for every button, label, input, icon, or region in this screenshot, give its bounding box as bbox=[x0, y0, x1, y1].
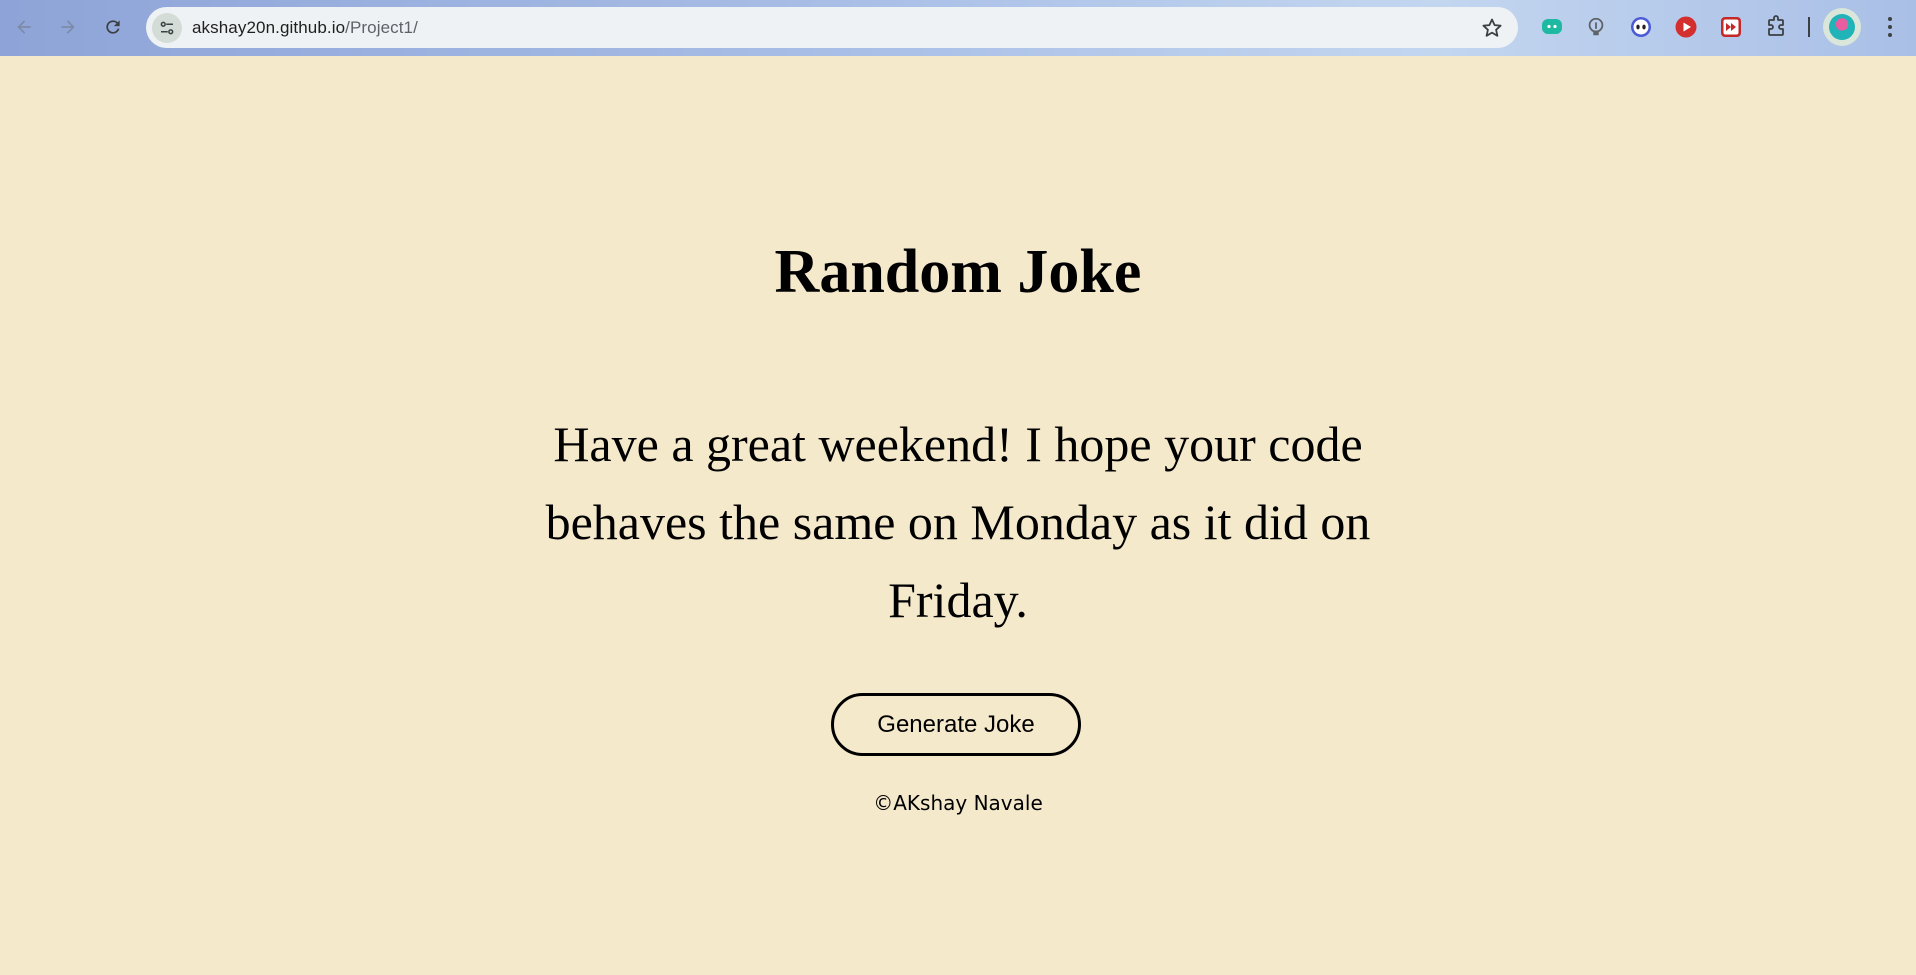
star-icon[interactable] bbox=[1480, 16, 1504, 40]
generate-joke-button[interactable]: Generate Joke bbox=[831, 693, 1081, 756]
tune-icon bbox=[160, 21, 174, 35]
browser-toolbar: akshay20n.github.io/Project1/ bbox=[0, 0, 1916, 56]
back-button[interactable] bbox=[9, 12, 39, 42]
reload-icon bbox=[106, 20, 120, 34]
reload-button[interactable] bbox=[98, 12, 128, 42]
play-extension-icon[interactable] bbox=[1673, 14, 1699, 40]
arrow-left-icon bbox=[17, 20, 31, 34]
puzzle-extensions-icon[interactable] bbox=[1763, 14, 1789, 40]
url-text[interactable]: akshay20n.github.io/Project1/ bbox=[192, 18, 418, 38]
fast-forward-extension-icon[interactable] bbox=[1718, 14, 1744, 40]
url-path: /Project1/ bbox=[345, 18, 418, 37]
address-bar[interactable]: akshay20n.github.io/Project1/ bbox=[146, 7, 1518, 48]
mask-extension-icon[interactable] bbox=[1628, 14, 1654, 40]
arrow-right-icon bbox=[61, 20, 75, 34]
more-menu-icon[interactable] bbox=[1880, 14, 1900, 40]
page-title: Random Joke bbox=[774, 238, 1142, 306]
footer-copyright: ©AKshay Navale bbox=[873, 791, 1043, 815]
chat-extension-icon[interactable] bbox=[1539, 14, 1565, 40]
url-host: akshay20n.github.io bbox=[192, 18, 346, 37]
joke-text: Have a great weekend! I hope your code b… bbox=[545, 416, 1371, 628]
forward-button[interactable] bbox=[53, 12, 83, 42]
profile-avatar[interactable] bbox=[1823, 8, 1861, 46]
bulb-extension-icon[interactable] bbox=[1583, 14, 1609, 40]
toolbar-divider bbox=[1808, 17, 1810, 37]
avatar-icon bbox=[1829, 14, 1855, 40]
site-info-button[interactable] bbox=[152, 13, 182, 43]
